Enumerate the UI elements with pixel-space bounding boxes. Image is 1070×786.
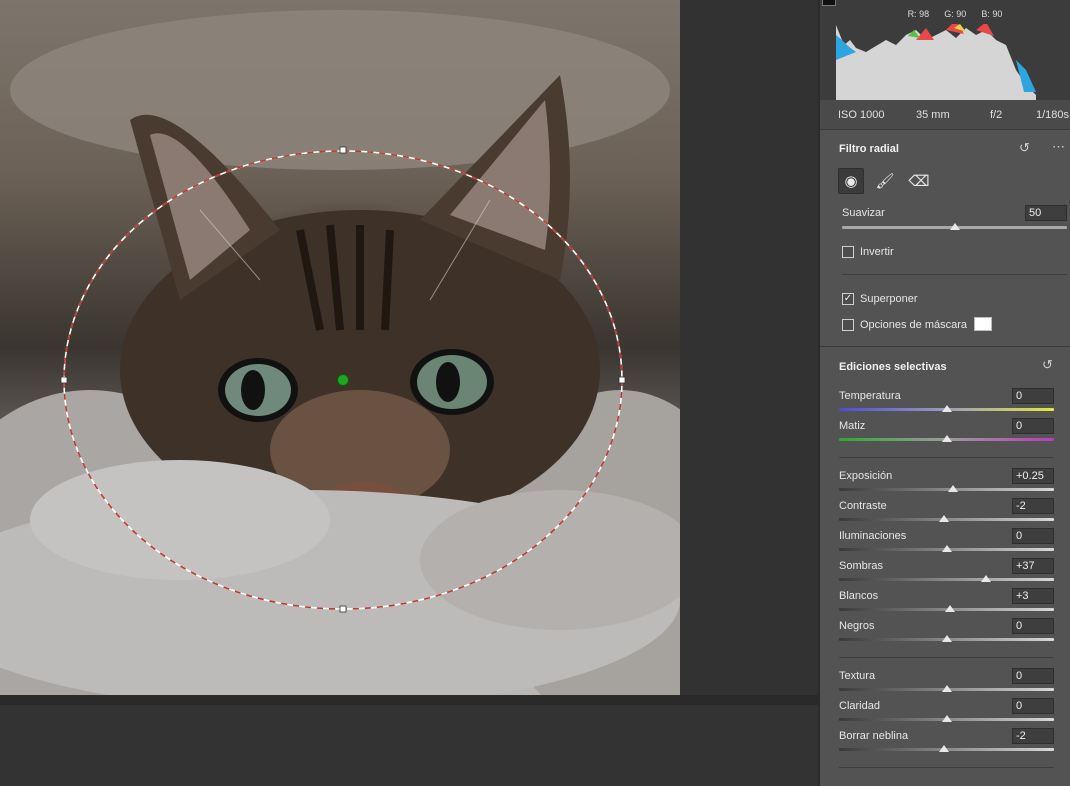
- mask-color-swatch[interactable]: [974, 317, 992, 331]
- temperatura-input[interactable]: 0: [1012, 388, 1054, 404]
- brush-tool-button[interactable]: 🖌: [872, 168, 898, 194]
- matiz-input[interactable]: 0: [1012, 418, 1054, 434]
- divider: [839, 767, 1054, 768]
- textura-slider-thumb[interactable]: [941, 685, 952, 692]
- iluminaciones-slider-thumb[interactable]: [941, 545, 952, 552]
- radial-tool-icon: ◉: [844, 173, 858, 190]
- textura-input[interactable]: 0: [1012, 668, 1054, 684]
- claridad-label: Claridad: [839, 700, 880, 712]
- edit-panel: R: 98 G: 90 B: 90 ISO 1000 35 mm f/2 1/1…: [820, 0, 1070, 786]
- contraste-slider-thumb[interactable]: [939, 515, 950, 522]
- feather-label: Suavizar: [842, 207, 885, 219]
- filter-handle-right[interactable]: [618, 376, 626, 384]
- photo-canvas[interactable]: [0, 0, 680, 695]
- feather-input[interactable]: 50: [1025, 205, 1067, 221]
- matiz-slider-thumb[interactable]: [941, 435, 952, 442]
- textura-label: Textura: [839, 670, 876, 682]
- canvas-bottom-bar: [0, 695, 820, 705]
- invert-checkbox[interactable]: [842, 246, 854, 258]
- reset-icon[interactable]: ↺: [1019, 140, 1030, 156]
- g-label: G:: [944, 9, 954, 19]
- borrar-neblina-label: Borrar neblina: [839, 730, 909, 742]
- r-label: R:: [907, 9, 917, 19]
- more-icon[interactable]: ⋯: [1052, 139, 1066, 155]
- radial-tool-button[interactable]: ◉: [838, 168, 864, 194]
- image-workspace[interactable]: [0, 0, 820, 786]
- sombras-slider-thumb[interactable]: [981, 575, 992, 582]
- reset-icon[interactable]: ↺: [1042, 357, 1053, 373]
- r-value: 98: [919, 9, 930, 19]
- feather-slider-thumb[interactable]: [949, 223, 960, 230]
- exif-shutter: 1/180s: [1036, 108, 1070, 121]
- blancos-input[interactable]: +3: [1012, 588, 1054, 604]
- invert-label: Invertir: [860, 246, 894, 258]
- iluminaciones-label: Iluminaciones: [839, 530, 907, 542]
- overlay-checkbox[interactable]: ✓: [842, 293, 854, 305]
- exposici-n-slider[interactable]: [839, 488, 1054, 491]
- borrar-neblina-input[interactable]: -2: [1012, 728, 1054, 744]
- exif-aperture: f/2: [990, 108, 1003, 121]
- clipping-indicator[interactable]: [822, 0, 836, 6]
- contraste-label: Contraste: [839, 500, 887, 512]
- divider: [839, 657, 1054, 658]
- temperatura-slider-thumb[interactable]: [941, 405, 952, 412]
- exif-iso: ISO 1000: [838, 108, 885, 121]
- exposici-n-label: Exposición: [839, 470, 893, 482]
- borrar-neblina-slider-thumb[interactable]: [939, 745, 950, 752]
- eraser-tool-button[interactable]: ⌫: [906, 168, 932, 194]
- sombras-label: Sombras: [839, 560, 884, 572]
- sombras-slider[interactable]: [839, 578, 1054, 581]
- g-value: 90: [956, 9, 967, 19]
- blancos-label: Blancos: [839, 590, 879, 602]
- radial-filter-title: Filtro radial: [839, 143, 899, 155]
- blancos-slider-thumb[interactable]: [944, 605, 955, 612]
- sombras-input[interactable]: +37: [1012, 558, 1054, 574]
- b-value: 90: [992, 9, 1003, 19]
- exposici-n-slider-thumb[interactable]: [947, 485, 958, 492]
- filter-pin[interactable]: [337, 374, 349, 386]
- filter-handle-top[interactable]: [339, 146, 347, 154]
- b-label: B:: [981, 9, 990, 19]
- exif-bar: ISO 1000 35 mm f/2 1/180s: [820, 100, 1070, 130]
- claridad-input[interactable]: 0: [1012, 698, 1054, 714]
- claridad-slider-thumb[interactable]: [941, 715, 952, 722]
- radial-filter-overlay[interactable]: [0, 0, 680, 695]
- negros-slider-thumb[interactable]: [941, 635, 952, 642]
- exposici-n-input[interactable]: +0.25: [1012, 468, 1054, 484]
- matiz-label: Matiz: [839, 420, 866, 432]
- brush-icon: 🖌: [875, 173, 895, 190]
- divider: [842, 274, 1067, 275]
- iluminaciones-input[interactable]: 0: [1012, 528, 1054, 544]
- negros-input[interactable]: 0: [1012, 618, 1054, 634]
- exif-focal: 35 mm: [916, 108, 950, 121]
- workspace-bottom: [0, 705, 820, 786]
- filter-handle-bottom[interactable]: [339, 605, 347, 613]
- overlay-label: Superponer: [860, 293, 918, 305]
- filter-handle-left[interactable]: [60, 376, 68, 384]
- contraste-input[interactable]: -2: [1012, 498, 1054, 514]
- histogram: R: 98 G: 90 B: 90: [820, 0, 1070, 100]
- mask-options-label: Opciones de máscara: [860, 319, 967, 331]
- mask-options-checkbox[interactable]: [842, 319, 854, 331]
- negros-label: Negros: [839, 620, 875, 632]
- selective-edits-title: Ediciones selectivas: [839, 361, 947, 373]
- section-divider: [820, 346, 1070, 347]
- divider: [839, 457, 1054, 458]
- temperatura-label: Temperatura: [839, 390, 901, 402]
- eraser-icon: ⌫: [908, 173, 930, 190]
- rgb-readout: R: 98 G: 90 B: 90: [890, 4, 1020, 24]
